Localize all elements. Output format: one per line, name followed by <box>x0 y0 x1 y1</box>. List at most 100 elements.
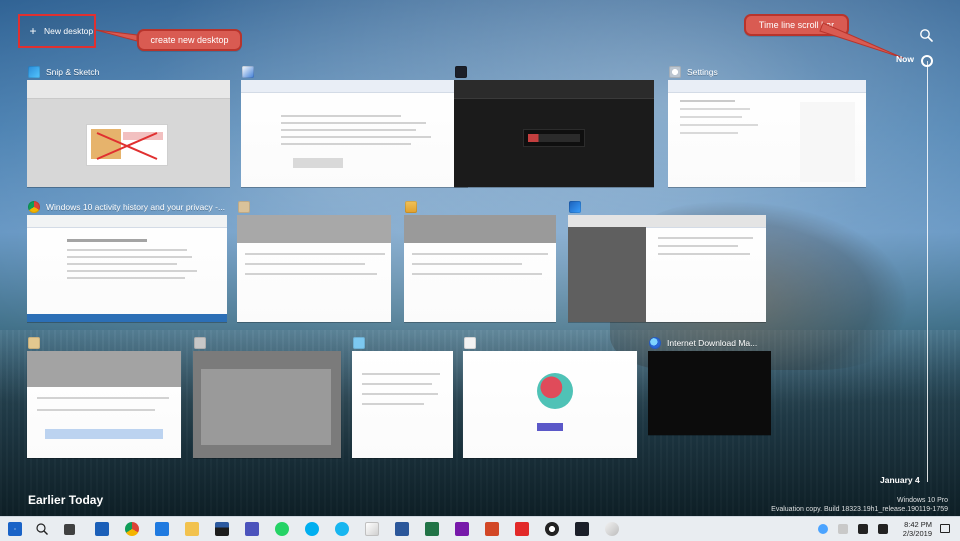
window-card-titlebar <box>352 335 453 351</box>
window-thumbnail <box>463 351 637 458</box>
skype-2-taskbar-icon[interactable] <box>335 522 349 536</box>
edge-taskbar-icon[interactable] <box>155 522 169 536</box>
timeline-date-label: January 4 <box>880 475 920 485</box>
cloud-taskbar-icon[interactable] <box>818 524 828 534</box>
mail-icon <box>405 201 417 213</box>
new-desktop-button[interactable]: + New desktop <box>18 14 96 48</box>
window-card-titlebar: Internet Download Ma... <box>648 335 771 351</box>
word-taskbar-icon[interactable] <box>395 522 409 536</box>
window-card-snagit[interactable] <box>454 64 654 187</box>
app-icon <box>194 337 206 349</box>
taskbar: 8:42 PM 2/3/2019 <box>0 516 960 541</box>
window-card-blurred-5[interactable] <box>352 335 453 458</box>
window-thumbnail <box>193 351 341 458</box>
window-card-blurred-6[interactable] <box>463 335 637 458</box>
skype-taskbar-icon[interactable] <box>305 522 319 536</box>
window-thumbnail <box>568 215 766 322</box>
new-desktop-label: New desktop <box>44 26 94 36</box>
timeline-scrollbar[interactable] <box>927 61 928 482</box>
app-icon <box>242 66 254 78</box>
window-card-titlebar <box>454 64 654 80</box>
file-explorer-taskbar-icon[interactable] <box>185 522 199 536</box>
window-card-titlebar <box>568 199 766 215</box>
snagit-icon <box>455 66 467 78</box>
window-card-blurred-1[interactable] <box>241 64 468 187</box>
pen-taskbar-icon[interactable] <box>365 522 379 536</box>
window-card-settings[interactable]: Settings <box>668 64 866 187</box>
window-card-titlebar: Snip & Sketch <box>27 64 230 80</box>
window-card-titlebar <box>193 335 341 351</box>
section-label-earlier-today: Earlier Today <box>28 493 104 507</box>
notification-icon[interactable] <box>940 524 950 533</box>
callout-new-desktop-text: create new desktop <box>150 35 229 45</box>
gear-icon <box>669 66 681 78</box>
watermark-line-1: Windows 10 Pro <box>897 497 948 504</box>
chrome-icon <box>28 201 40 213</box>
windows-watermark: Windows 10 Pro Evaluation copy. Build 18… <box>738 496 948 514</box>
onedrive-taskbar-icon[interactable] <box>838 524 848 534</box>
app-icon <box>353 337 365 349</box>
whatsapp-taskbar-icon[interactable] <box>275 522 289 536</box>
window-thumbnail <box>241 80 468 187</box>
window-card-title: Internet Download Ma... <box>667 338 758 348</box>
excel-taskbar-icon[interactable] <box>425 522 439 536</box>
snagit-taskbar-icon[interactable] <box>575 522 589 536</box>
download-icon <box>649 337 661 349</box>
acrobat-taskbar-icon[interactable] <box>515 522 529 536</box>
window-card-titlebar: Windows 10 activity history and your pri… <box>27 199 227 215</box>
window-card-blurred-2[interactable] <box>237 199 391 322</box>
teams-taskbar-icon[interactable] <box>245 522 259 536</box>
snip-annotation-x <box>96 132 158 160</box>
tray-datetime: 8:42 PM 2/3/2019 <box>872 520 932 538</box>
snip-icon <box>28 66 40 78</box>
search-taskbar-icon[interactable] <box>35 522 49 536</box>
chrome-taskbar-icon[interactable] <box>125 522 139 536</box>
window-card-titlebar: Settings <box>668 64 866 80</box>
powerpoint-taskbar-icon[interactable] <box>485 522 499 536</box>
window-thumbnail <box>27 351 181 458</box>
callout-timeline-scroll: Time line scroll bar <box>744 14 849 36</box>
stats-taskbar-icon[interactable] <box>215 522 229 536</box>
window-card-title: Settings <box>687 67 718 77</box>
tray-date: 2/3/2019 <box>902 529 932 538</box>
search-icon[interactable] <box>919 28 933 42</box>
onenote-taskbar-icon[interactable] <box>455 522 469 536</box>
window-card-titlebar <box>463 335 637 351</box>
callout-timeline-text: Time line scroll bar <box>758 20 835 30</box>
window-card-blurred-4[interactable] <box>193 335 341 458</box>
window-thumbnail <box>237 215 391 322</box>
window-card-titlebar <box>241 64 468 80</box>
window-card-blurred-3[interactable] <box>27 335 181 458</box>
window-card-titlebar <box>237 199 391 215</box>
watermark-line-2: Evaluation copy. Build 18323.19h1_releas… <box>771 506 948 513</box>
timeline-now-label: Now <box>896 54 914 64</box>
window-thumbnail <box>668 80 866 187</box>
window-thumbnail <box>648 351 771 435</box>
window-card-titlebar <box>404 199 556 215</box>
callout-new-desktop: create new desktop <box>137 29 242 51</box>
settings-taskbar-icon[interactable] <box>545 522 559 536</box>
window-thumbnail <box>27 215 227 322</box>
timeline-scroll-handle[interactable] <box>921 55 933 67</box>
speaker-icon[interactable] <box>858 524 868 534</box>
window-card-chrome[interactable]: Windows 10 activity history and your pri… <box>27 199 227 322</box>
windows-start-icon[interactable] <box>8 522 22 536</box>
window-card-snip-and-sketch[interactable]: Snip & Sketch <box>27 64 230 187</box>
app-taskbar-icon[interactable] <box>605 522 619 536</box>
window-card-title: Windows 10 activity history and your pri… <box>46 202 226 212</box>
window-card-internet-download-manager[interactable]: Internet Download Ma... <box>648 335 771 435</box>
outlook-taskbar-icon[interactable] <box>95 522 109 536</box>
window-thumbnail <box>352 351 453 458</box>
app-icon <box>238 201 250 213</box>
window-card-titlebar <box>27 335 181 351</box>
window-thumbnail <box>454 80 654 187</box>
window-card-outlook[interactable] <box>568 199 766 322</box>
window-card-mail[interactable] <box>404 199 556 322</box>
tray-time: 8:42 PM <box>904 520 932 529</box>
window-thumbnail <box>404 215 556 322</box>
outlook-icon <box>569 201 581 213</box>
app-icon <box>464 337 476 349</box>
window-card-title: Snip & Sketch <box>46 67 100 77</box>
window-thumbnail <box>27 80 230 187</box>
task-view-icon[interactable] <box>64 524 75 535</box>
